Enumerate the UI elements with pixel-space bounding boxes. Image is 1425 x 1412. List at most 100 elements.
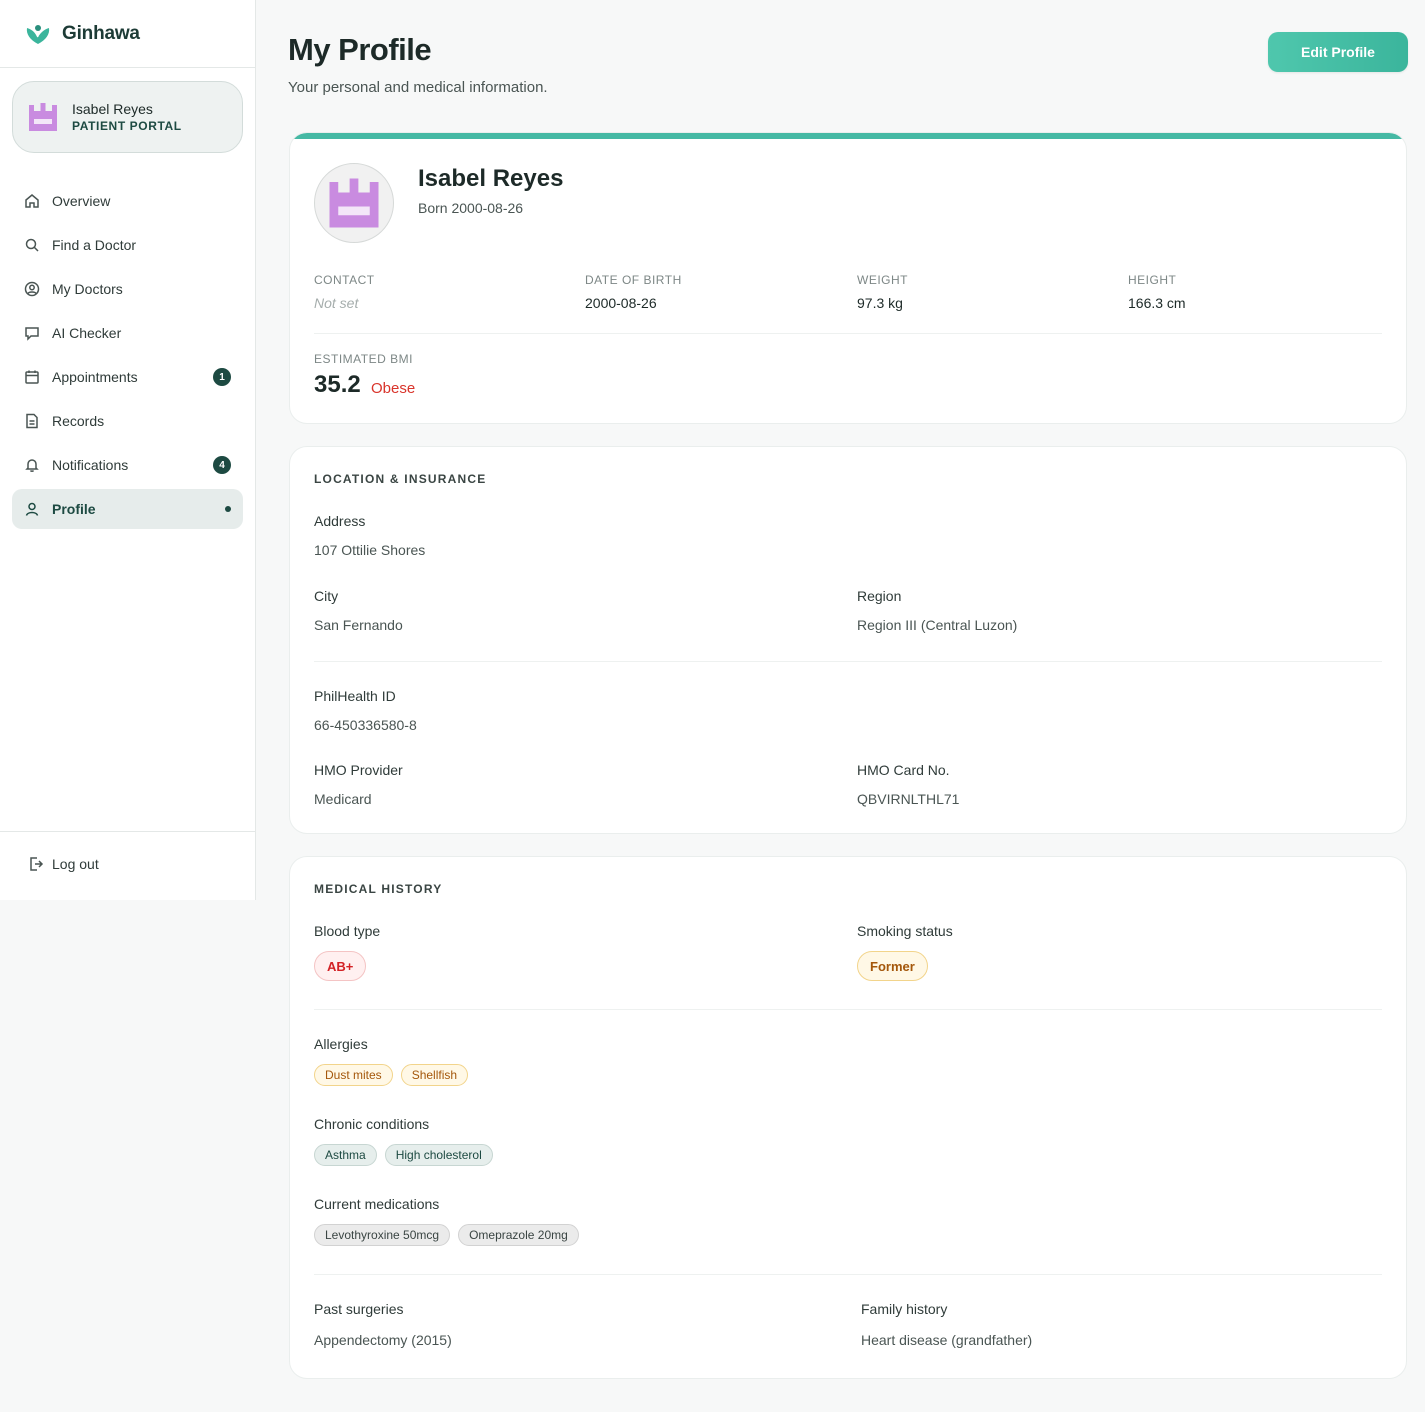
section-title: MEDICAL HISTORY [314,882,443,896]
divider [314,1009,1382,1010]
ginhawa-logo-icon [26,24,50,44]
weight-value: 97.3 kg [857,295,903,311]
bmi-category: Obese [371,380,416,397]
home-icon [25,194,39,208]
user-role: PATIENT PORTAL [72,119,182,133]
brand[interactable]: Ginhawa [0,0,255,68]
philhealth-label: PhilHealth ID [314,688,396,704]
patient-birth: Born 2000-08-26 [418,200,524,216]
sidebar-item-label: Profile [52,501,96,517]
sidebar: Ginhawa Isabel Reyes PATIENT PORTAL Over… [0,0,256,900]
medical-history-card: MEDICAL HISTORY Blood type AB+ Smoking s… [289,856,1407,1379]
card-accent-bar [290,133,1406,139]
sidebar-item-label: Notifications [52,457,129,473]
medication-tag: Omeprazole 20mg [458,1224,579,1246]
condition-tag: Asthma [314,1144,377,1166]
active-indicator-dot [225,506,231,512]
sidebar-nav: Overview Find a Doctor My Doctors AI Che… [12,181,243,533]
document-icon [26,413,38,429]
allergies-tags: Dust mites Shellfish [314,1064,469,1086]
family-history-label: Family history [861,1301,948,1317]
chat-icon [25,327,39,341]
weight-stat: WEIGHT 97.3 kg [857,273,908,311]
calendar-icon [25,370,39,384]
smoking-status-label: Smoking status [857,923,953,939]
notifications-count-badge: 4 [213,456,231,474]
past-surgeries-label: Past surgeries [314,1301,404,1317]
hmo-provider-label: HMO Provider [314,762,403,778]
hmo-card-label: HMO Card No. [857,762,950,778]
appointments-count-badge: 1 [213,368,231,386]
logout-button[interactable]: Log out [28,856,99,872]
sidebar-item-appointments[interactable]: Appointments 1 [12,357,243,397]
blood-type-badge: AB+ [314,951,367,981]
chronic-conditions-label: Chronic conditions [314,1116,430,1132]
hmo-provider-value: Medicard [314,791,372,807]
sidebar-item-label: Appointments [52,369,138,385]
city-label: City [314,588,339,604]
address-value: 107 Ottilie Shores [314,542,426,558]
city-value: San Fernando [314,617,403,633]
contact-value: Not set [314,295,359,311]
sidebar-item-label: AI Checker [52,325,122,341]
condition-tag: High cholesterol [384,1144,493,1166]
allergy-tag: Shellfish [400,1064,469,1086]
section-title: LOCATION & INSURANCE [314,472,487,486]
bmi-label: ESTIMATED BMI [314,352,413,366]
sidebar-item-my-doctors[interactable]: My Doctors [12,269,243,309]
blood-type-label: Blood type [314,923,381,939]
region-value: Region III (Central Luzon) [857,617,1018,633]
dob-label: DATE OF BIRTH [585,273,682,287]
edit-profile-button[interactable]: Edit Profile [1268,32,1408,72]
allergy-tag: Dust mites [314,1064,393,1086]
philhealth-value: 66-450336580-8 [314,717,417,733]
search-icon [25,238,39,252]
hmo-card-value: QBVIRNLTHL71 [857,791,960,807]
height-value: 166.3 cm [1128,295,1186,311]
user-name: Isabel Reyes [72,101,153,117]
weight-label: WEIGHT [857,273,908,287]
sidebar-item-find-doctor[interactable]: Find a Doctor [12,225,243,265]
dob-stat: DATE OF BIRTH 2000-08-26 [585,273,682,311]
medications-tags: Levothyroxine 50mcg Omeprazole 20mg [314,1224,579,1246]
divider [314,661,1382,662]
page-subtitle: Your personal and medical information. [288,79,548,96]
sidebar-item-overview[interactable]: Overview [12,181,243,221]
allergies-label: Allergies [314,1036,368,1052]
profile-avatar [314,163,394,243]
location-insurance-card: LOCATION & INSURANCE Address 107 Ottilie… [289,446,1407,834]
user-card[interactable]: Isabel Reyes PATIENT PORTAL [12,81,243,153]
logout-icon [30,857,44,871]
bell-icon [25,459,39,472]
height-label: HEIGHT [1128,273,1177,287]
page-title: My Profile [288,32,432,67]
sidebar-item-label: Overview [52,193,111,209]
sidebar-item-records[interactable]: Records [12,401,243,441]
patient-name: Isabel Reyes [418,165,564,192]
user-icon [25,502,39,516]
bmi-value: 35.2 [314,371,361,398]
sidebar-item-label: My Doctors [52,281,123,297]
divider [314,1274,1382,1275]
sidebar-item-notifications[interactable]: Notifications 4 [12,445,243,485]
chronic-conditions-tags: Asthma High cholesterol [314,1144,493,1166]
past-surgeries-value: Appendectomy (2015) [314,1332,452,1348]
sidebar-item-label: Find a Doctor [52,237,137,253]
logout-label: Log out [52,856,99,872]
sidebar-footer: Log out [0,831,255,900]
profile-summary-card: Isabel Reyes Born 2000-08-26 CONTACT Not… [289,132,1407,424]
divider [314,333,1382,334]
contact-label: CONTACT [314,273,375,287]
sidebar-item-ai-checker[interactable]: AI Checker [12,313,243,353]
height-stat: HEIGHT 166.3 cm [1128,273,1186,311]
smoking-status-badge: Former [857,951,928,981]
user-circle-icon [24,281,40,297]
medication-tag: Levothyroxine 50mcg [314,1224,451,1246]
sidebar-item-label: Records [52,413,105,429]
avatar-image [329,178,379,228]
address-label: Address [314,513,366,529]
brand-name: Ginhawa [62,22,140,44]
medications-label: Current medications [314,1196,440,1212]
sidebar-item-profile[interactable]: Profile [12,489,243,529]
family-history-value: Heart disease (grandfather) [861,1332,1033,1348]
